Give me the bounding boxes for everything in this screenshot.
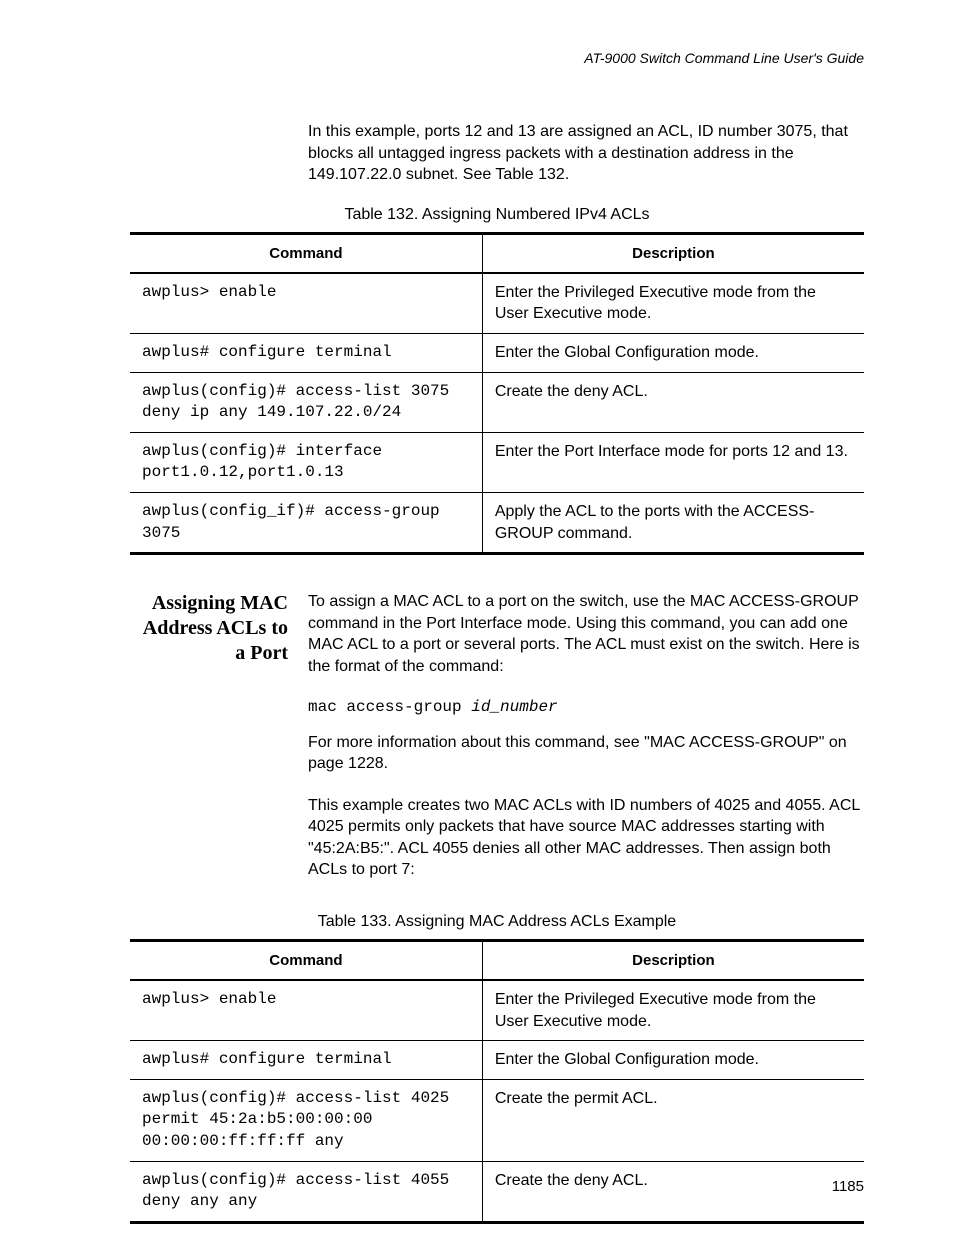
table-row: awplus# configure terminal Enter the Glo…	[130, 333, 864, 372]
intro-block: In this example, ports 12 and 13 are ass…	[308, 121, 864, 186]
table-133-cmd-3: awplus(config)# access-list 4055 deny an…	[130, 1161, 482, 1222]
table-132-cmd-4: awplus(config_if)# access-group 3075	[130, 492, 482, 553]
table-row: awplus(config_if)# access-group 3075 App…	[130, 492, 864, 553]
table-133-cmd-2: awplus(config)# access-list 4025 permit …	[130, 1079, 482, 1161]
table-row: awplus(config)# access-list 4055 deny an…	[130, 1161, 864, 1222]
table-133-cmd-0: awplus> enable	[130, 980, 482, 1041]
section-title: Assigning MAC Address ACLs to a Port	[130, 591, 308, 666]
page-number: 1185	[832, 1178, 864, 1195]
table-132-cmd-3: awplus(config)# interface port1.0.12,por…	[130, 432, 482, 492]
table-row: awplus> enable Enter the Privileged Exec…	[130, 273, 864, 334]
table-132-header-command: Command	[130, 233, 482, 273]
table-133-desc-3: Create the deny ACL.	[482, 1161, 864, 1222]
table-132-cmd-0: awplus> enable	[130, 273, 482, 334]
table-132-desc-4: Apply the ACL to the ports with the ACCE…	[482, 492, 864, 553]
table-132-cmd-2: awplus(config)# access-list 3075 deny ip…	[130, 372, 482, 432]
table-132-caption: Table 132. Assigning Numbered IPv4 ACLs	[130, 206, 864, 224]
table-133-header-command: Command	[130, 941, 482, 981]
page: AT-9000 Switch Command Line User's Guide…	[0, 0, 954, 1235]
table-132-desc-3: Enter the Port Interface mode for ports …	[482, 432, 864, 492]
table-132-desc-1: Enter the Global Configuration mode.	[482, 333, 864, 372]
code-prefix: mac access-group	[308, 698, 471, 716]
table-133-cmd-1: awplus# configure terminal	[130, 1041, 482, 1080]
code-mac-access-group: mac access-group id_number	[308, 698, 864, 716]
table-132: Command Description awplus> enable Enter…	[130, 232, 864, 555]
section-body: To assign a MAC ACL to a port on the swi…	[308, 591, 864, 901]
table-132-cmd-1: awplus# configure terminal	[130, 333, 482, 372]
table-row: awplus(config)# interface port1.0.12,por…	[130, 432, 864, 492]
intro-para-1: In this example, ports 12 and 13 are ass…	[308, 121, 864, 186]
code-italic: id_number	[471, 698, 557, 716]
section-assigning-mac: Assigning MAC Address ACLs to a Port To …	[130, 591, 864, 901]
table-133: Command Description awplus> enable Enter…	[130, 939, 864, 1224]
header-guide-title: AT-9000 Switch Command Line User's Guide	[130, 50, 864, 66]
table-132-wrapper: Table 132. Assigning Numbered IPv4 ACLs …	[130, 206, 864, 555]
table-row: awplus# configure terminal Enter the Glo…	[130, 1041, 864, 1080]
table-133-desc-0: Enter the Privileged Executive mode from…	[482, 980, 864, 1041]
section2-para-2: For more information about this command,…	[308, 732, 864, 775]
section2-para-1: To assign a MAC ACL to a port on the swi…	[308, 591, 864, 677]
table-132-desc-2: Create the deny ACL.	[482, 372, 864, 432]
table-133-desc-1: Enter the Global Configuration mode.	[482, 1041, 864, 1080]
table-row: awplus(config)# access-list 4025 permit …	[130, 1079, 864, 1161]
table-132-header-description: Description	[482, 233, 864, 273]
table-132-desc-0: Enter the Privileged Executive mode from…	[482, 273, 864, 334]
table-row: awplus(config)# access-list 3075 deny ip…	[130, 372, 864, 432]
table-133-desc-2: Create the permit ACL.	[482, 1079, 864, 1161]
section2-para-3: This example creates two MAC ACLs with I…	[308, 795, 864, 881]
table-133-caption: Table 133. Assigning MAC Address ACLs Ex…	[130, 913, 864, 931]
table-133-header-description: Description	[482, 941, 864, 981]
table-row: awplus> enable Enter the Privileged Exec…	[130, 980, 864, 1041]
table-133-wrapper: Table 133. Assigning MAC Address ACLs Ex…	[130, 913, 864, 1224]
